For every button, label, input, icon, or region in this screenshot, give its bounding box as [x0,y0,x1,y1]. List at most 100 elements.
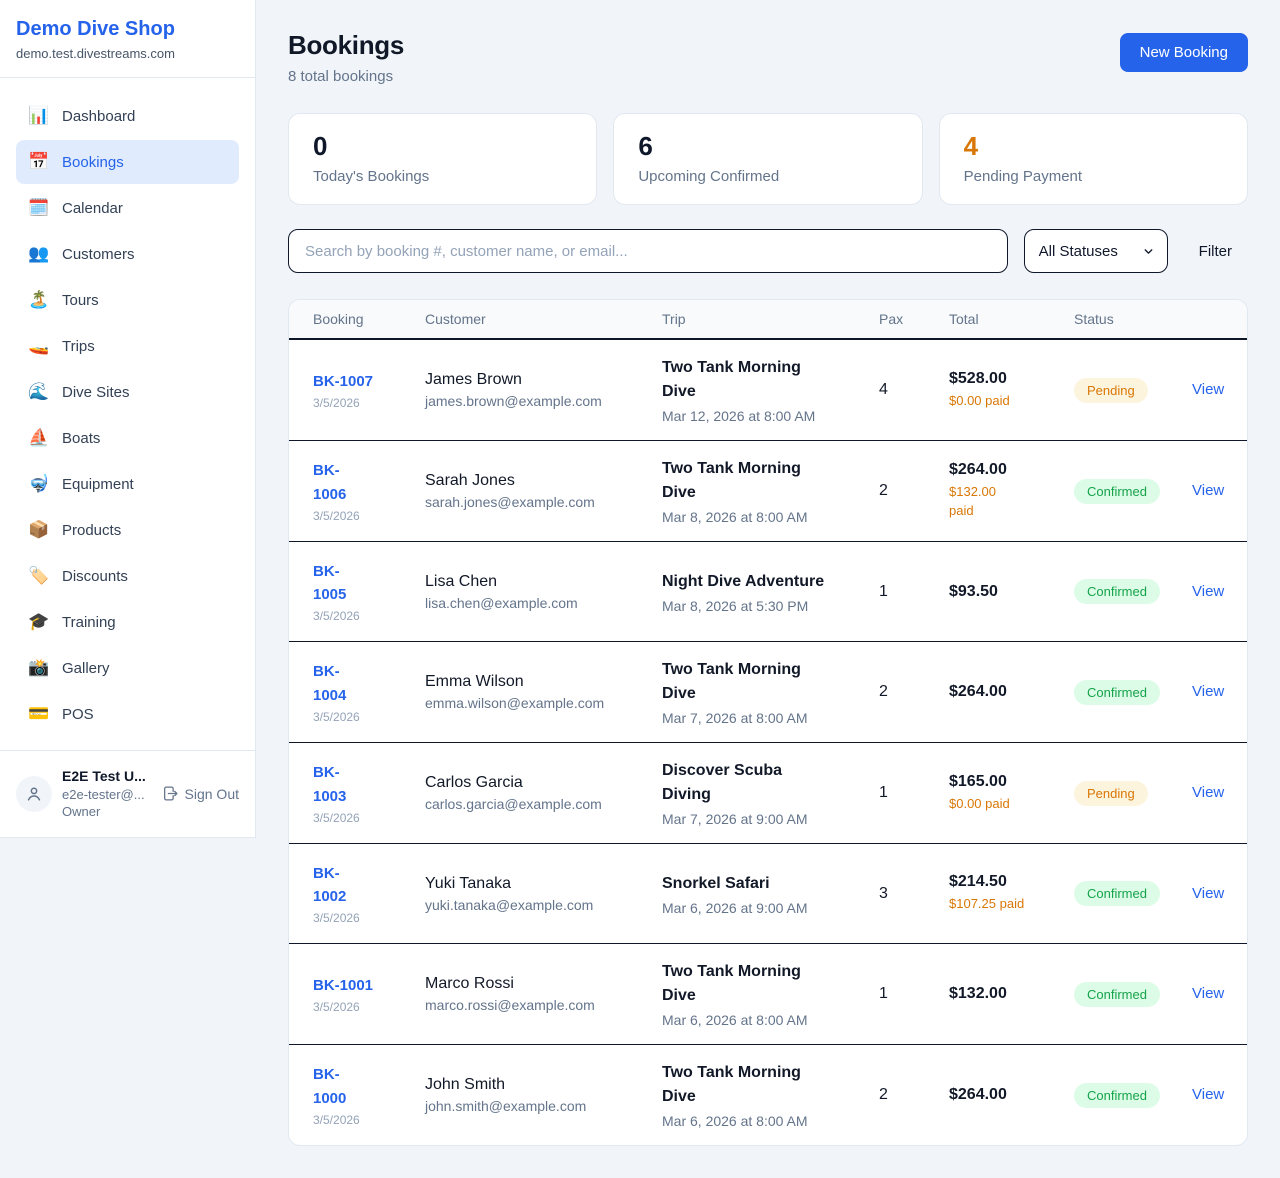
filter-button[interactable]: Filter [1199,243,1232,260]
trip-cell: Night Dive Adventure Mar 8, 2026 at 5:30… [662,570,879,614]
booking-id-link[interactable]: BK- 1002 [313,862,425,909]
customer-cell: John Smith john.smith@example.com [425,1076,662,1114]
sidebar-item-dive-sites[interactable]: 🌊 Dive Sites [16,370,239,414]
trip-datetime: Mar 6, 2026 at 9:00 AM [662,900,879,916]
table-row: BK-1007 3/5/2026 James Brown james.brown… [289,340,1247,440]
status-select[interactable]: All Statuses [1024,229,1168,273]
avatar [16,776,52,812]
view-link[interactable]: View [1192,784,1224,801]
view-cell: View [1192,583,1224,601]
new-booking-button[interactable]: New Booking [1120,33,1248,72]
sidebar-item-tours[interactable]: 🏝️ Tours [16,278,239,322]
view-link[interactable]: View [1192,381,1224,398]
customer-email: john.smith@example.com [425,1098,662,1114]
booking-id-link[interactable]: BK- 1005 [313,560,425,607]
booking-cell: BK- 1002 3/5/2026 [313,862,425,926]
table-row: BK- 1002 3/5/2026 Yuki Tanaka yuki.tanak… [289,843,1247,943]
sidebar-item-discounts[interactable]: 🏷️ Discounts [16,554,239,598]
nav-item-icon: 🚤 [28,336,50,356]
pax-count: 3 [879,885,949,903]
nav-item-icon: 📸 [28,658,50,678]
paid-amount: $132.00 paid [949,483,1074,521]
customer-cell: Carlos Garcia carlos.garcia@example.com [425,774,662,812]
trip-cell: Snorkel Safari Mar 6, 2026 at 9:00 AM [662,872,879,916]
customer-cell: Lisa Chen lisa.chen@example.com [425,573,662,611]
status-badge: Confirmed [1074,680,1160,705]
booking-id-link[interactable]: BK-1001 [313,974,425,997]
sidebar: Demo Dive Shop demo.test.divestreams.com… [0,0,256,838]
stat-value: 0 [313,131,572,162]
page-title: Bookings [288,30,404,61]
total-amount: $528.00 [949,370,1074,388]
booking-cell: BK- 1000 3/5/2026 [313,1063,425,1127]
pax-count: 2 [879,1086,949,1104]
sidebar-item-calendar[interactable]: 🗓️ Calendar [16,186,239,230]
status-cell: Confirmed [1074,982,1192,1007]
nav-item-label: Gallery [62,660,110,677]
customer-cell: James Brown james.brown@example.com [425,371,662,409]
booking-date: 3/5/2026 [313,609,425,623]
table-row: BK- 1006 3/5/2026 Sarah Jones sarah.jone… [289,440,1247,541]
customer-email: carlos.garcia@example.com [425,796,662,812]
nav-item-label: Tours [62,292,99,309]
nav-item-label: Products [62,522,121,539]
sidebar-item-equipment[interactable]: 🤿 Equipment [16,462,239,506]
trip-datetime: Mar 8, 2026 at 5:30 PM [662,598,879,614]
view-link[interactable]: View [1192,583,1224,600]
sidebar-item-dashboard[interactable]: 📊 Dashboard [16,94,239,138]
sign-out-label: Sign Out [185,786,239,802]
chevron-down-icon [1142,245,1155,258]
nav-item-label: Customers [62,246,135,263]
sign-out-button[interactable]: Sign Out [162,785,239,802]
nav-item-label: Bookings [62,154,124,171]
nav-item-label: Trips [62,338,95,355]
booking-cell: BK-1007 3/5/2026 [313,370,425,410]
table-row: BK- 1003 3/5/2026 Carlos Garcia carlos.g… [289,742,1247,843]
view-link[interactable]: View [1192,985,1224,1002]
sidebar-item-customers[interactable]: 👥 Customers [16,232,239,276]
customer-cell: Emma Wilson emma.wilson@example.com [425,673,662,711]
sidebar-item-training[interactable]: 🎓 Training [16,600,239,644]
sidebar-item-trips[interactable]: 🚤 Trips [16,324,239,368]
sidebar-item-gallery[interactable]: 📸 Gallery [16,646,239,690]
view-cell: View [1192,885,1224,903]
nav-item-icon: 🗓️ [28,198,50,218]
sidebar-nav: 📊 Dashboard 📅 Bookings 🗓️ Calendar 👥 Cus… [0,78,255,750]
view-cell: View [1192,683,1224,701]
nav-item-label: Dashboard [62,108,135,125]
customer-name: John Smith [425,1076,662,1094]
booking-id-link[interactable]: BK- 1006 [313,459,425,506]
search-input[interactable] [288,229,1008,273]
status-badge: Confirmed [1074,982,1160,1007]
booking-id-link[interactable]: BK- 1000 [313,1063,425,1110]
paid-amount: $0.00 paid [949,795,1074,814]
booking-cell: BK- 1005 3/5/2026 [313,560,425,624]
trip-datetime: Mar 7, 2026 at 9:00 AM [662,811,879,827]
booking-id-link[interactable]: BK-1007 [313,370,425,393]
table-row: BK- 1004 3/5/2026 Emma Wilson emma.wilso… [289,641,1247,742]
booking-id-link[interactable]: BK- 1003 [313,761,425,808]
nav-item-label: Training [62,614,116,631]
sidebar-item-boats[interactable]: ⛵ Boats [16,416,239,460]
table-row: BK- 1000 3/5/2026 John Smith john.smith@… [289,1044,1247,1145]
trip-cell: Two Tank Morning Dive Mar 12, 2026 at 8:… [662,356,879,424]
sidebar-item-pos[interactable]: 💳 POS [16,692,239,736]
sidebar-item-products[interactable]: 📦 Products [16,508,239,552]
shop-domain: demo.test.divestreams.com [16,46,239,61]
customer-cell: Yuki Tanaka yuki.tanaka@example.com [425,875,662,913]
view-link[interactable]: View [1192,885,1224,902]
total-cell: $132.00 [949,985,1074,1003]
sidebar-item-bookings[interactable]: 📅 Bookings [16,140,239,184]
booking-cell: BK-1001 3/5/2026 [313,974,425,1014]
status-cell: Confirmed [1074,680,1192,705]
view-link[interactable]: View [1192,482,1224,499]
view-link[interactable]: View [1192,1086,1224,1103]
total-bookings-count: 8 total bookings [288,68,404,85]
filter-row: All Statuses Filter [288,229,1248,273]
status-badge: Confirmed [1074,881,1160,906]
nav-item-icon: 📦 [28,520,50,540]
nav-item-icon: 📊 [28,106,50,126]
view-link[interactable]: View [1192,683,1224,700]
booking-cell: BK- 1003 3/5/2026 [313,761,425,825]
booking-id-link[interactable]: BK- 1004 [313,660,425,707]
